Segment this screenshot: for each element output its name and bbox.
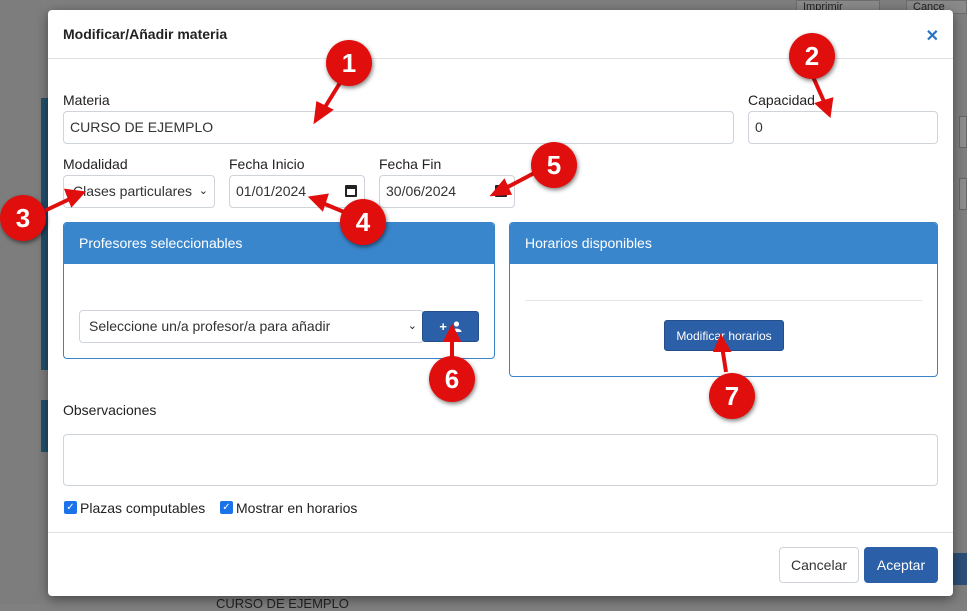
fecha-fin-value: 30/06/2024 — [386, 183, 457, 199]
horarios-panel-title: Horarios disponibles — [510, 223, 937, 264]
capacidad-label: Capacidad — [748, 92, 815, 108]
background-field — [959, 178, 967, 210]
annotation-marker-2: 2 — [789, 33, 835, 79]
profesor-select[interactable]: Seleccione un/a profesor/a para añadir ⌄ — [79, 310, 424, 343]
mostrar-en-horarios-checkbox[interactable]: ✓ — [220, 501, 233, 514]
footer-divider — [48, 532, 953, 533]
add-user-icon: + — [439, 319, 462, 334]
fecha-fin-label: Fecha Fin — [379, 156, 442, 172]
plazas-computables-checkbox[interactable]: ✓ — [64, 501, 77, 514]
materia-label: Materia — [63, 92, 110, 108]
background-sidebar — [0, 0, 41, 604]
add-teacher-button[interactable]: + — [422, 311, 479, 342]
mostrar-en-horarios-label: Mostrar en horarios — [236, 500, 358, 516]
chevron-down-icon: ⌄ — [198, 185, 208, 197]
modalidad-value: Clases particulares — [73, 183, 193, 199]
annotation-marker-4: 4 — [340, 199, 386, 245]
observaciones-label: Observaciones — [63, 402, 157, 418]
annotation-marker-7: 7 — [709, 373, 755, 419]
dialog-title: Modificar/Añadir materia — [63, 26, 228, 42]
modalidad-label: Modalidad — [63, 156, 128, 172]
materia-input[interactable]: CURSO DE EJEMPLO — [63, 111, 734, 144]
chevron-down-icon: ⌄ — [407, 320, 417, 332]
annotation-marker-3: 3 — [0, 195, 46, 241]
horarios-panel: Horarios disponibles Modificar horarios — [509, 222, 938, 377]
annotation-marker-6: 6 — [429, 356, 475, 402]
calendar-icon[interactable] — [345, 185, 357, 197]
observaciones-textarea[interactable] — [63, 434, 938, 486]
profesores-panel-title: Profesores seleccionables — [64, 223, 494, 264]
edit-subject-dialog: Modificar/Añadir materia ✕ Materia CURSO… — [48, 10, 953, 596]
fecha-inicio-value: 01/01/2024 — [236, 183, 307, 199]
modify-schedules-button[interactable]: Modificar horarios — [664, 320, 784, 351]
modalidad-select[interactable]: Clases particulares ⌄ — [63, 175, 215, 208]
background-field — [959, 116, 967, 148]
cancel-button[interactable]: Cancelar — [779, 547, 859, 583]
plazas-computables-label: Plazas computables — [80, 500, 206, 516]
fecha-inicio-label: Fecha Inicio — [229, 156, 305, 172]
calendar-icon[interactable] — [495, 185, 507, 197]
accept-button[interactable]: Aceptar — [864, 547, 938, 583]
divider — [525, 300, 922, 301]
annotation-marker-5: 5 — [531, 142, 577, 188]
background-button — [953, 553, 967, 585]
capacidad-input[interactable]: 0 — [748, 111, 938, 144]
close-icon[interactable]: ✕ — [926, 26, 939, 46]
annotation-marker-1: 1 — [326, 40, 372, 86]
fecha-inicio-input[interactable]: 01/01/2024 — [229, 175, 365, 208]
profesor-select-value: Seleccione un/a profesor/a para añadir — [89, 318, 331, 334]
profesores-panel: Profesores seleccionables Seleccione un/… — [63, 222, 495, 359]
fecha-fin-input[interactable]: 30/06/2024 — [379, 175, 515, 208]
